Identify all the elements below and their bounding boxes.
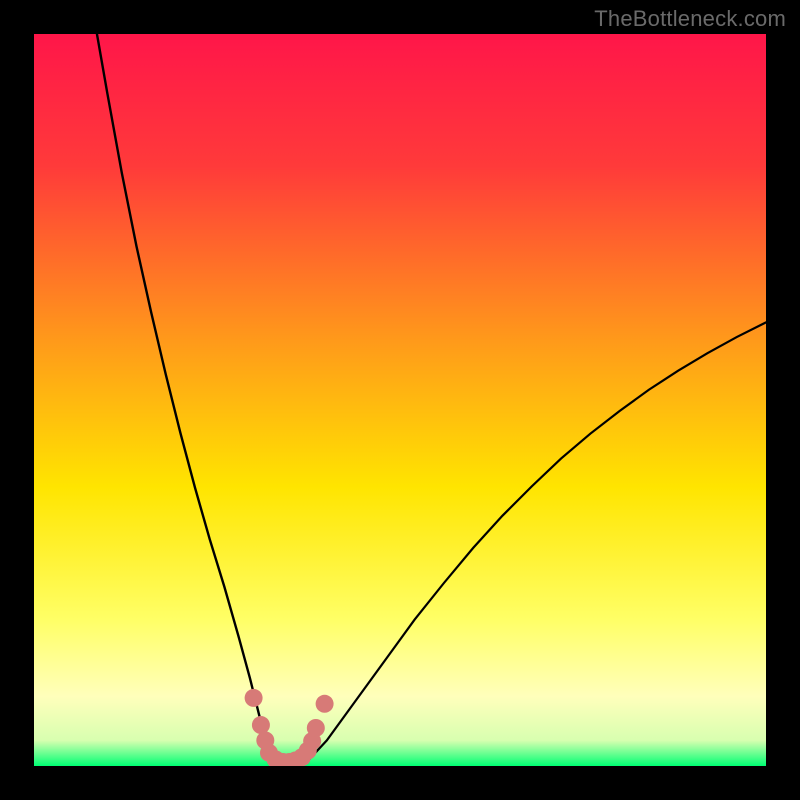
plot-area bbox=[34, 34, 766, 766]
highlight-marker bbox=[245, 689, 263, 707]
watermark-text: TheBottleneck.com bbox=[594, 6, 786, 32]
chart-frame: TheBottleneck.com bbox=[0, 0, 800, 800]
highlight-marker bbox=[316, 695, 334, 713]
chart-svg bbox=[34, 34, 766, 766]
highlight-marker bbox=[307, 719, 325, 737]
highlight-marker bbox=[252, 716, 270, 734]
gradient-background bbox=[34, 34, 766, 766]
